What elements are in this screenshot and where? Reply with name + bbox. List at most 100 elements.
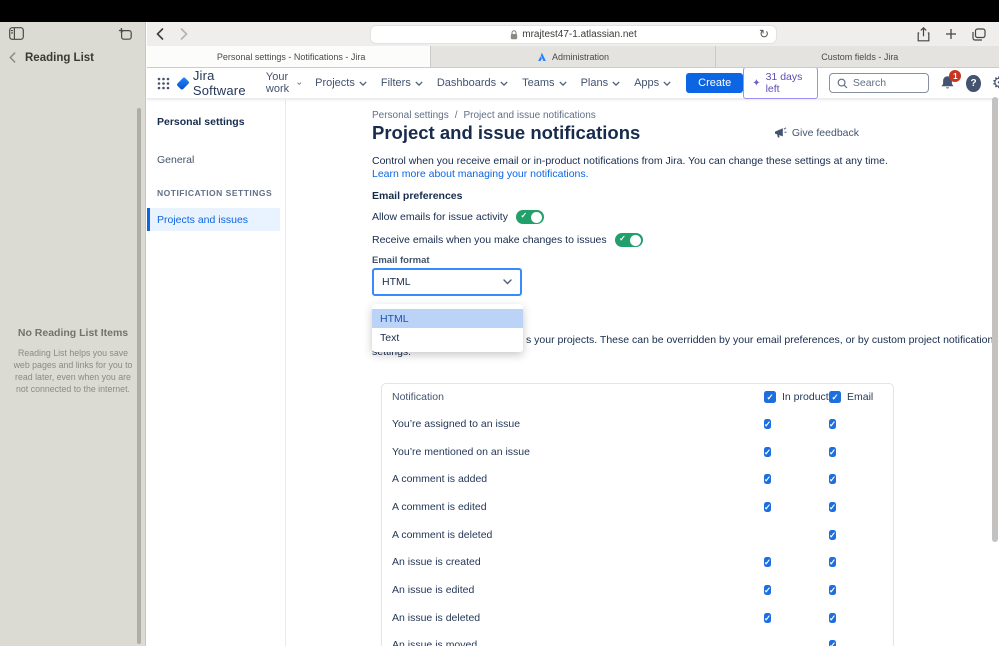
email-checkbox[interactable]: ✓	[829, 529, 837, 540]
browser-toolbar: mrajtest47-1.atlassian.net ↻	[147, 22, 999, 46]
email-checkbox[interactable]: ✓	[829, 474, 837, 485]
url-text: mrajtest47-1.atlassian.net	[522, 29, 637, 40]
header-notification: Notification	[392, 391, 444, 403]
search-input[interactable]: Search	[828, 73, 930, 93]
notification-row-label: A comment is edited	[392, 500, 487, 513]
sidebar-toolbar	[0, 22, 145, 46]
tab-bar: Personal settings - Notifications - Jira…	[147, 46, 999, 68]
reload-icon[interactable]: ↻	[759, 27, 769, 41]
nav-filters[interactable]: Filters	[381, 77, 423, 89]
in-product-checkbox[interactable]: ✓	[764, 584, 772, 595]
sidebar-item-projects-and-issues[interactable]: Projects and issues	[147, 208, 280, 231]
back-chevron-icon[interactable]	[9, 52, 16, 63]
breadcrumb-personal-settings[interactable]: Personal settings	[372, 110, 449, 121]
in-product-checkbox[interactable]: ✓	[764, 557, 772, 568]
new-tab-icon[interactable]	[945, 28, 957, 40]
in-product-header-checkbox[interactable]: ✓	[764, 391, 776, 403]
learn-more-link[interactable]: Learn more about managing your notificat…	[372, 168, 589, 180]
issue-activity-toggle[interactable]: ✓	[515, 210, 544, 224]
in-product-checkbox[interactable]: ✓	[764, 501, 772, 512]
notification-row-label: An issue is created	[392, 556, 481, 569]
help-button[interactable]: ?	[966, 74, 981, 92]
forward-button-icon[interactable]	[180, 28, 188, 40]
page-scrollbar[interactable]	[992, 97, 998, 542]
back-button-icon[interactable]	[156, 28, 164, 40]
app-switcher-icon[interactable]	[157, 77, 170, 90]
notifications-button[interactable]: 1	[940, 70, 962, 91]
table-row: A comment is edited ✓ ✓	[382, 493, 893, 521]
jira-top-nav: Jira Software Your work Projects Filters Da…	[147, 68, 999, 99]
sidebar-scrollbar[interactable]	[137, 108, 141, 644]
settings-gear-icon[interactable]: ⚙	[992, 75, 999, 92]
tab-custom-fields[interactable]: Custom fields - Jira	[716, 46, 999, 67]
jira-logo[interactable]: Jira Software	[176, 68, 249, 98]
chevron-down-icon	[500, 80, 508, 86]
table-row: An issue is created ✓ ✓	[382, 548, 893, 576]
trial-button[interactable]: ✦ 31 days left	[743, 68, 818, 99]
chevron-down-icon	[612, 80, 620, 86]
notification-row-label: You’re assigned to an issue	[392, 417, 521, 430]
give-feedback-button[interactable]: Give feedback	[774, 127, 859, 139]
in-product-checkbox[interactable]: ✓	[764, 418, 772, 429]
new-tab-group-icon[interactable]	[118, 27, 132, 40]
in-product-checkbox[interactable]: ✓	[764, 446, 772, 457]
own-changes-toggle[interactable]: ✓	[614, 233, 643, 247]
email-checkbox[interactable]: ✓	[829, 557, 837, 568]
tab-label: Custom fields - Jira	[821, 51, 899, 62]
notification-row-label: An issue is moved	[392, 639, 478, 646]
dropdown-option-text[interactable]: Text	[372, 328, 523, 347]
sidebar-section-label: NOTIFICATION SETTINGS	[157, 188, 273, 198]
atlassian-favicon	[537, 52, 547, 62]
jira-logo-icon	[176, 76, 190, 90]
email-format-select[interactable]: HTML	[372, 268, 522, 296]
reading-list-empty-state: No Reading List Items Reading List helps…	[0, 327, 146, 396]
email-checkbox[interactable]: ✓	[829, 446, 837, 457]
dropdown-option-html[interactable]: HTML	[372, 309, 523, 328]
empty-state-text: Reading List helps you save web pages an…	[13, 348, 133, 394]
breadcrumb: Personal settings / Project and issue no…	[372, 110, 596, 121]
address-bar[interactable]: mrajtest47-1.atlassian.net ↻	[370, 25, 777, 44]
share-icon[interactable]	[917, 26, 930, 42]
email-checkbox[interactable]: ✓	[829, 501, 837, 512]
nav-plans[interactable]: Plans	[581, 77, 621, 89]
sidebar-item-general[interactable]: General	[147, 154, 285, 166]
nav-teams[interactable]: Teams	[522, 77, 567, 89]
breadcrumb-separator: /	[454, 110, 458, 121]
sidebar-toggle-icon[interactable]	[9, 27, 24, 40]
toggle-row-own-changes: Receive emails when you make changes to …	[372, 233, 643, 247]
email-checkbox[interactable]: ✓	[829, 584, 837, 595]
give-feedback-label: Give feedback	[791, 127, 859, 139]
intro-text: Control when you receive email or in-pro…	[372, 155, 888, 167]
tab-administration[interactable]: Administration	[431, 46, 716, 67]
search-placeholder: Search	[852, 77, 887, 89]
email-checkbox[interactable]: ✓	[829, 640, 837, 646]
email-header-checkbox[interactable]: ✓	[829, 391, 841, 403]
notification-table-body: You’re assigned to an issue ✓ ✓ You’re ment…	[382, 410, 893, 646]
nav-projects[interactable]: Projects	[315, 77, 367, 89]
nav-apps[interactable]: Apps	[634, 77, 671, 89]
toggle-label: Allow emails for issue activity	[372, 211, 508, 223]
overridden-text-line1: s your projects. These can be overridden…	[526, 334, 999, 346]
empty-state-title: No Reading List Items	[17, 327, 129, 339]
in-product-checkbox[interactable]: ✓	[764, 612, 772, 623]
tab-personal-settings[interactable]: Personal settings - Notifications - Jira	[147, 46, 432, 67]
table-row: You’re mentioned on an issue ✓ ✓	[382, 438, 893, 466]
header-email: ✓ Email	[829, 391, 893, 403]
in-product-checkbox[interactable]: ✓	[764, 474, 772, 485]
settings-sidebar-heading: Personal settings	[157, 116, 245, 128]
tab-label: Personal settings - Notifications - Jira	[216, 51, 366, 62]
email-format-dropdown: HTML Text	[372, 304, 523, 352]
table-row: A comment is added ✓ ✓	[382, 465, 893, 493]
nav-your-work[interactable]: Your work	[266, 71, 301, 95]
tab-overview-icon[interactable]	[972, 27, 986, 41]
email-checkbox[interactable]: ✓	[829, 612, 837, 623]
settings-sidebar: Personal settings General NOTIFICATION S…	[147, 100, 286, 646]
email-checkbox[interactable]: ✓	[829, 418, 837, 429]
breadcrumb-current[interactable]: Project and issue notifications	[464, 110, 596, 121]
jira-logo-text: Jira Software	[192, 68, 246, 98]
table-row: An issue is edited ✓ ✓	[382, 576, 893, 604]
reading-list-header: Reading List	[0, 50, 145, 70]
toggle-label: Receive emails when you make changes to …	[372, 234, 607, 246]
create-button[interactable]: Create	[686, 73, 744, 93]
nav-dashboards[interactable]: Dashboards	[437, 77, 508, 89]
